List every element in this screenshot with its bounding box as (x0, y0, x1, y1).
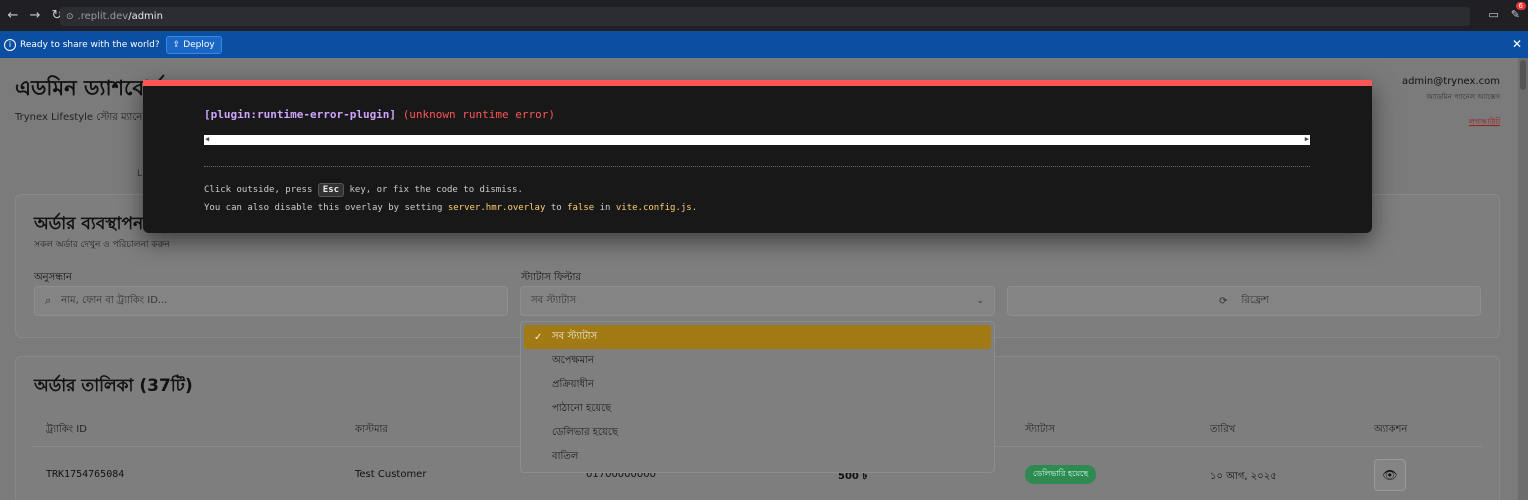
user-email: admin@trynex.com (1401, 76, 1500, 87)
error-plugin: [plugin:runtime-error-plugin] (204, 108, 397, 121)
cell-tracking: TRK1754765084 (46, 469, 125, 480)
status-select[interactable]: সব স্ট্যাটাস ⌄ (520, 286, 995, 316)
tab-search-icon[interactable]: ▭ (1488, 8, 1498, 21)
tip-text: key, or fix the code to dismiss. (349, 185, 523, 195)
cell-date: ১০ আগ, ২০২৫ (1210, 471, 1277, 482)
search-label: অনুসন্ধান (34, 272, 73, 283)
col-date: তারিখ (1210, 424, 1236, 435)
status-badge: ডেলিভারি হয়েছে (1025, 465, 1097, 484)
url-host: .replit.dev (77, 11, 129, 22)
search-placeholder: নাম, ফোন বা ট্র্যাকিং ID... (61, 294, 168, 306)
status-select-value: সব স্ট্যাটাস (531, 294, 577, 306)
url-path: /admin (128, 11, 163, 22)
status-option-pending[interactable]: অপেক্ষমান (524, 349, 991, 373)
option-label: পাঠানো হয়েছে (552, 402, 612, 414)
error-overlay[interactable]: [plugin:runtime-error-plugin] (unknown r… (143, 80, 1372, 233)
status-option-processing[interactable]: প্রক্রিয়াধীন (524, 373, 991, 397)
page-scrollbar[interactable] (1518, 58, 1528, 500)
site-info-icon[interactable]: ⊙ (66, 12, 74, 22)
order-management-title: অর্ডার ব্যবস্থাপনা (34, 214, 149, 234)
cell-customer: Test Customer (355, 469, 427, 480)
option-label: বাতিল (552, 450, 579, 462)
order-table-title: অর্ডার তালিকা (37টি) (34, 376, 193, 396)
browser-actions: ▭ ✎ 6 (1488, 2, 1526, 21)
error-message: (unknown runtime error) (402, 108, 556, 121)
info-icon: i (4, 38, 16, 51)
refresh-label: রিফ্রেশ (1241, 294, 1269, 306)
scroll-left-icon[interactable]: ◀ (205, 135, 209, 143)
status-option-all[interactable]: ✓ সব স্ট্যাটাস (524, 325, 991, 349)
tab-label-fragment[interactable]: L (137, 169, 142, 179)
logout-link[interactable]: লগআউট (1469, 116, 1500, 129)
user-role: অ্যাডমিন প্যানেল অ্যাক্সেস (1426, 93, 1500, 101)
back-icon[interactable]: ← (2, 8, 24, 23)
option-label: সব স্ট্যাটাস (552, 330, 598, 342)
view-order-button[interactable]: 👁 (1374, 459, 1406, 491)
browser-toolbar: ← → ↻ ⊙ .replit.dev/admin ▭ ✎ 6 (0, 0, 1528, 31)
chevron-down-icon: ⌄ (976, 296, 984, 306)
deploy-label: Deploy (183, 39, 215, 50)
nav-buttons: ← → ↻ (2, 8, 68, 23)
scrollbar-thumb[interactable] (1520, 60, 1526, 90)
col-status: স্ট্যাটাস (1025, 424, 1055, 435)
deploy-banner: i Ready to share with the world? ⇪ Deploy… (0, 31, 1528, 58)
status-option-delivered[interactable]: ডেলিভার হয়েছে (524, 421, 991, 445)
error-frame-scrollbar[interactable]: ◀ ▶ (204, 135, 1310, 145)
error-divider (204, 166, 1310, 167)
esc-key: Esc (317, 183, 345, 197)
close-icon[interactable]: ✕ (1512, 37, 1522, 51)
error-title: [plugin:runtime-error-plugin] (unknown r… (204, 108, 555, 121)
status-dropdown: ✓ সব স্ট্যাটাস অপেক্ষমান প্রক্রিয়াধীন পা… (520, 321, 995, 473)
search-icon: ⌕ (45, 294, 52, 307)
tip-text: Click outside, press (204, 185, 313, 195)
check-icon: ✓ (534, 331, 543, 343)
col-tracking: ট্র্যাকিং ID (46, 424, 87, 435)
extension-badge: 6 (1515, 2, 1526, 10)
address-bar[interactable]: ⊙ .replit.dev/admin (60, 7, 1470, 26)
deploy-icon: ⇪ (172, 39, 181, 50)
option-label: ডেলিভার হয়েছে (552, 426, 619, 438)
config-key: server.hmr.overlay (447, 203, 546, 213)
search-input[interactable]: ⌕ নাম, ফোন বা ট্র্যাকিং ID... (34, 286, 508, 316)
option-label: প্রক্রিয়াধীন (552, 378, 594, 390)
tip-text: in (599, 203, 611, 213)
error-tip-disable: You can also disable this overlay by set… (204, 203, 697, 213)
status-option-cancelled[interactable]: বাতিল (524, 445, 991, 469)
option-label: অপেক্ষমান (552, 354, 594, 366)
tip-text: to (550, 203, 562, 213)
deploy-button[interactable]: ⇪ Deploy (165, 35, 222, 54)
extension-icon[interactable]: ✎ 6 (1511, 2, 1526, 21)
status-filter-label: স্ট্যাটাস ফিল্টার (521, 272, 581, 283)
scroll-right-icon[interactable]: ▶ (1305, 135, 1309, 143)
config-file: vite.config.js (615, 203, 692, 213)
tip-text: . (691, 203, 698, 213)
refresh-button[interactable]: ⟳ রিফ্রেশ (1007, 286, 1481, 316)
page-subtitle: Trynex Lifestyle স্টোর ম্যানে (15, 112, 143, 123)
tip-text: You can also disable this overlay by set… (204, 203, 443, 213)
error-tip-dismiss: Click outside, press Esc key, or fix the… (204, 183, 523, 197)
config-value: false (567, 203, 595, 213)
eye-icon: 👁 (1382, 468, 1398, 482)
banner-text: Ready to share with the world? (20, 39, 160, 50)
col-customer: কাস্টমার (355, 424, 388, 435)
refresh-icon: ⟳ (1219, 295, 1228, 307)
col-action: অ্যাকশন (1374, 424, 1408, 435)
order-management-subtitle: সকল অর্ডার দেখুন ও পরিচালনা করুন (34, 240, 170, 250)
status-option-shipped[interactable]: পাঠানো হয়েছে (524, 397, 991, 421)
forward-icon[interactable]: → (24, 8, 46, 23)
